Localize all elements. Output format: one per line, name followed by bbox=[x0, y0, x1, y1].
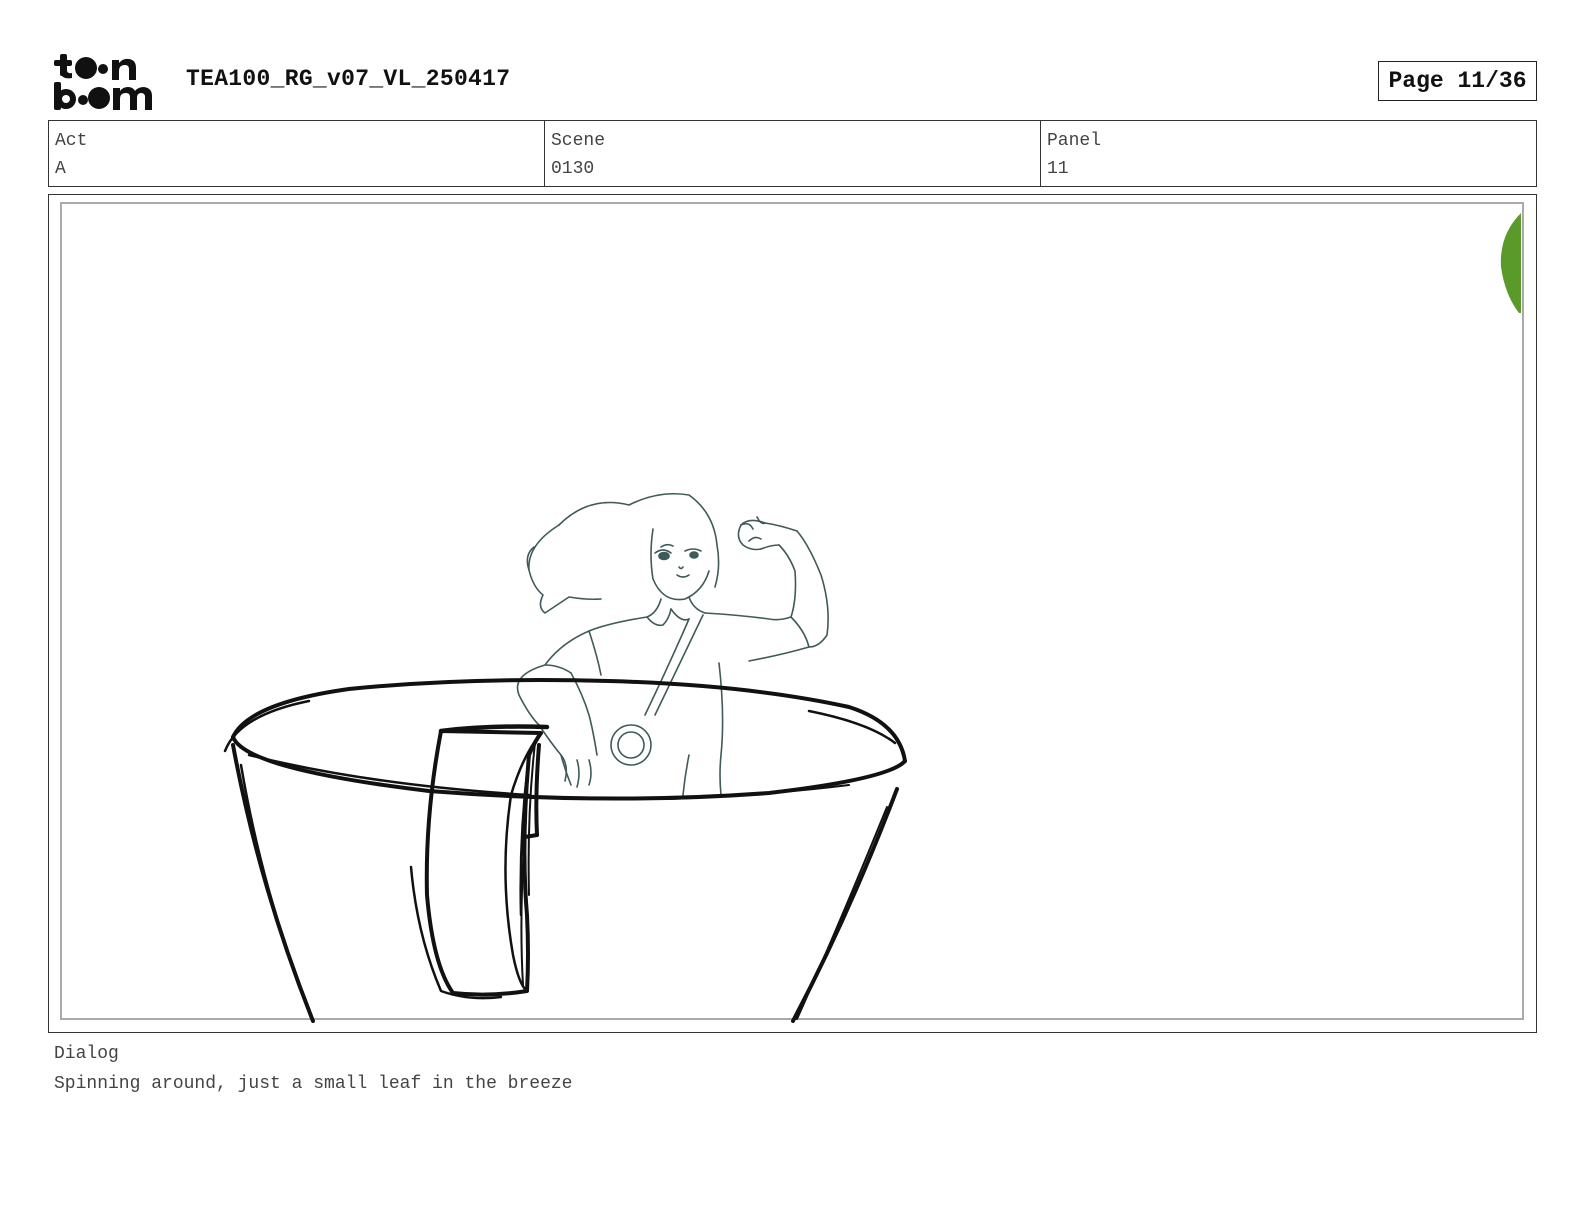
character-sketch-icon bbox=[516, 492, 829, 796]
document-title: TEA100_RG_v07_VL_250417 bbox=[186, 66, 511, 92]
act-label: Act bbox=[55, 131, 88, 151]
dialog-text: Spinning around, just a small leaf in th… bbox=[54, 1074, 573, 1094]
panel-label: Panel bbox=[1047, 131, 1102, 151]
teacup-sketch-icon bbox=[223, 678, 907, 1023]
storyboard-panel bbox=[48, 194, 1537, 1033]
act-value: A bbox=[55, 159, 66, 179]
leaf-edge-icon bbox=[1500, 213, 1521, 313]
scene-value: 0130 bbox=[551, 159, 595, 179]
panel-value: 11 bbox=[1047, 159, 1069, 179]
scene-cell: Scene 0130 bbox=[545, 121, 1041, 186]
panel-drawing bbox=[223, 213, 1521, 1023]
act-cell: Act A bbox=[49, 121, 545, 186]
page-indicator: Page 11/36 bbox=[1378, 61, 1537, 101]
scene-label: Scene bbox=[551, 131, 606, 151]
storyboard-meta-table: Act A Scene 0130 Panel 11 bbox=[48, 120, 1537, 187]
toon-boom-logo bbox=[54, 54, 152, 110]
dialog-label: Dialog bbox=[54, 1044, 119, 1064]
panel-cell: Panel 11 bbox=[1041, 121, 1536, 186]
